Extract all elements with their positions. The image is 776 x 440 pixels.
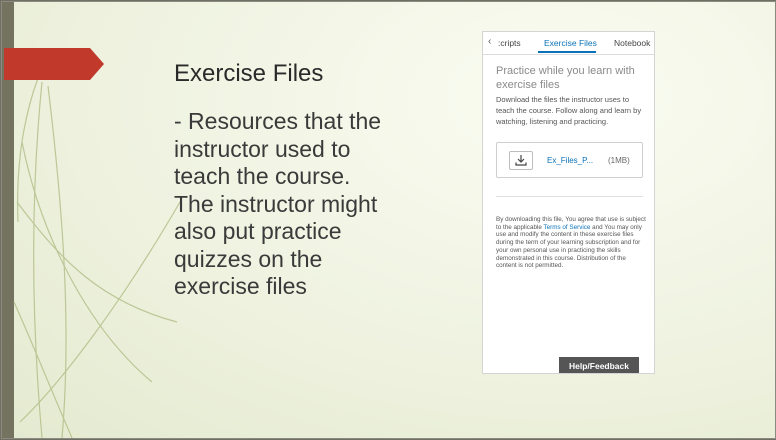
slide-title: Exercise Files [174, 60, 324, 87]
help-feedback-button[interactable]: Help/Feedback [559, 357, 639, 373]
title-ribbon [4, 48, 104, 80]
slide-body-text: - Resources that the instructor used to … [174, 108, 382, 299]
legal-text-2: and You may only use and modify the cont… [496, 223, 642, 270]
panel-tabs: ‹ :cripts Exercise Files Notebook [483, 32, 654, 55]
chevron-left-icon[interactable]: ‹ [488, 36, 491, 47]
download-icon [515, 155, 527, 166]
panel-heading: Practice while you learn with exercise f… [496, 65, 635, 91]
active-tab-indicator [538, 51, 596, 53]
tab-notebook[interactable]: Notebook [614, 38, 650, 48]
exercise-file-item[interactable]: Ex_Files_P... (1MB) [496, 142, 643, 178]
file-size: (1MB) [608, 156, 630, 165]
panel-description: Download the files the instructor uses t… [496, 95, 642, 126]
terms-of-service-link[interactable]: Terms of Service [544, 224, 591, 231]
tab-transcripts[interactable]: :cripts [498, 38, 521, 48]
panel-divider [496, 196, 643, 197]
tab-exercise-files[interactable]: Exercise Files [544, 38, 597, 48]
download-button[interactable] [509, 151, 533, 170]
legal-notice: By downloading this file, You agree that… [496, 216, 646, 270]
exercise-files-panel: ‹ :cripts Exercise Files Notebook Practi… [482, 31, 655, 374]
file-name-link[interactable]: Ex_Files_P... [547, 156, 593, 165]
slide: Exercise Files - Resources that the inst… [1, 1, 776, 439]
